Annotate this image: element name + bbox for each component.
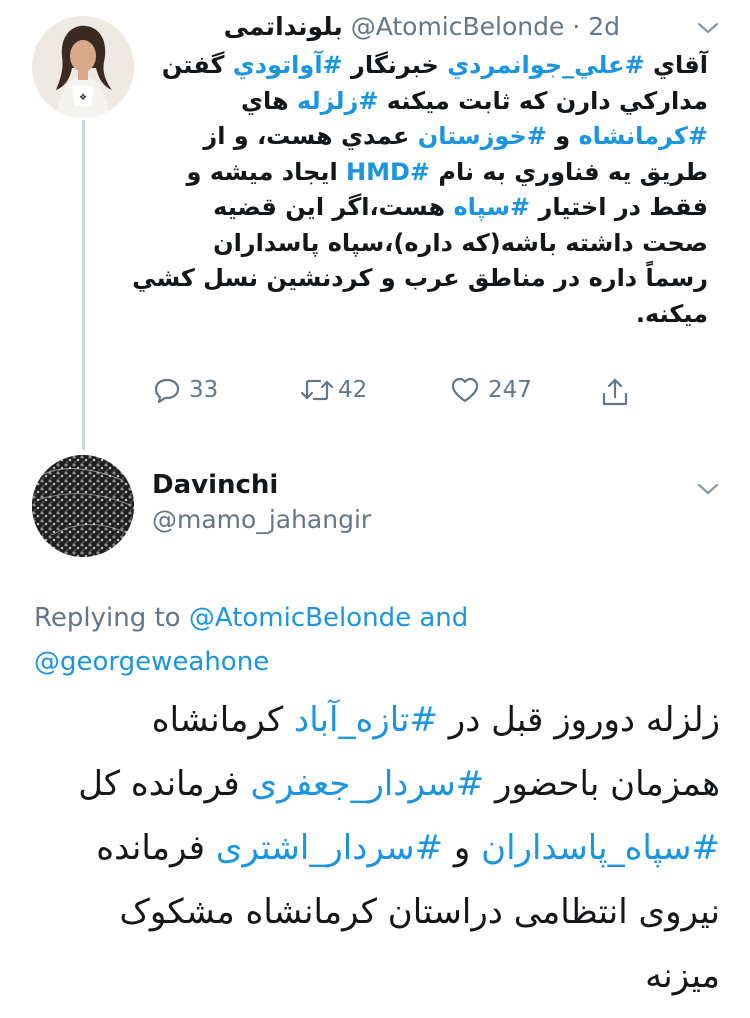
avatar[interactable]: [32, 455, 134, 557]
retweet-icon: [300, 379, 334, 401]
avatar[interactable]: ❖: [32, 16, 134, 118]
replying-label: Replying to: [34, 603, 181, 633]
hashtag-link[interactable]: #سردار_جعفری: [250, 764, 484, 804]
text-line: زلزله دوروز قبل در #تازه_آباد کرمانشاه: [30, 688, 720, 752]
text-segment: نیروی انتظامی دراستان کرمانشاه مشکوک: [119, 892, 720, 932]
mention-link[interactable]: @AtomicBelonde: [189, 603, 411, 633]
retweet-count: 42: [338, 377, 368, 403]
text-line: #سپاه_پاسداران و #سردار_اشتری فرمانده: [30, 816, 720, 880]
replying-to: Replying to @AtomicBelonde and @georgewe…: [34, 596, 724, 684]
like-icon: [451, 377, 479, 403]
text-line: صحت داشته باشه(كه داره)،سپاه پاسداران: [148, 226, 708, 262]
avatar-image: ❖: [32, 16, 134, 118]
hashtag-link[interactable]: #سردار_اشتری: [216, 828, 443, 868]
text-line: میزنه: [30, 944, 720, 1008]
text-line: طريق يه فناوري به نام #HMD ايجاد ميشه و: [148, 155, 708, 191]
text-line: همزمان باحضور #سردار_جعفری فرمانده کل: [30, 752, 720, 816]
share-icon: [602, 378, 628, 406]
text-segment: گفتن: [161, 51, 233, 79]
text-segment: فقط در اختيار: [530, 193, 709, 221]
text-segment: و: [443, 828, 482, 868]
hashtag-link[interactable]: #سپاه_پاسداران: [481, 828, 720, 868]
reply-icon: [154, 378, 180, 404]
text-segment: صحت داشته باشه(كه داره)،سپاه پاسداران: [213, 228, 708, 257]
hashtag-link[interactable]: #آواتودي: [233, 51, 343, 79]
chevron-down-icon[interactable]: [697, 21, 719, 35]
text-segment: میزنه: [645, 956, 720, 996]
text-line: فقط در اختيار #سپاه هست،اگر اين قضيه: [148, 190, 708, 226]
text-segment: ايجاد ميشه و: [186, 157, 347, 186]
text-segment: همزمان باحضور: [484, 764, 720, 804]
text-line: آقاي #علي_جوانمردي خبرنگار #آواتودي گفتن: [148, 48, 708, 84]
text-segment: مداركي دارن كه ثابت ميكنه: [378, 86, 708, 115]
hashtag-link[interactable]: #زلزله: [297, 87, 378, 115]
hashtag-link[interactable]: #HMD: [346, 158, 430, 186]
hashtag-link[interactable]: #كرمانشاه: [579, 122, 708, 150]
reply-count: 33: [189, 377, 219, 403]
tweet-text: زلزله دوروز قبل در #تازه_آباد کرمانشاه هم…: [30, 688, 720, 1008]
text-segment: ميكنه.: [635, 299, 708, 328]
mention-link[interactable]: @georgeweahone: [34, 647, 269, 677]
text-segment: کرمانشاه: [151, 700, 295, 740]
text-segment: طريق يه فناوري به نام: [430, 157, 708, 186]
user-handle[interactable]: @mamo_jahangir: [152, 505, 371, 534]
conjunction: and: [419, 603, 469, 633]
share-button[interactable]: [600, 376, 630, 408]
svg-text:❖: ❖: [79, 93, 87, 103]
hashtag-link[interactable]: #خوزستان: [418, 122, 547, 150]
text-segment: خبرنگار: [342, 51, 448, 79]
timestamp[interactable]: 2d: [588, 12, 620, 41]
text-line: نیروی انتظامی دراستان کرمانشاه مشکوک: [30, 880, 720, 944]
like-count: 247: [488, 377, 532, 403]
retweet-button[interactable]: 42: [300, 376, 367, 404]
text-segment: و: [546, 122, 579, 150]
text-line: #كرمانشاه و #خوزستان عمدي هست، و از: [148, 119, 708, 155]
reply-button[interactable]: 33: [153, 376, 218, 404]
text-segment: هست،اگر اين قضيه: [213, 193, 454, 221]
text-segment: عمدي هست، و از: [203, 122, 418, 150]
chevron-down-icon[interactable]: [697, 482, 719, 496]
avatar-image: [32, 455, 134, 557]
hashtag-link[interactable]: #تازه_آباد: [294, 700, 438, 740]
tweet-actions: 33 42 247: [0, 376, 750, 412]
text-line: ميكنه.: [148, 297, 708, 333]
hashtag-link[interactable]: #سپاه: [453, 193, 530, 221]
text-line: رسماً داره در مناطق عرب و كردنشين نسل كش…: [132, 261, 708, 297]
text-segment: هاي: [241, 86, 298, 115]
text-segment: فرمانده: [96, 828, 216, 868]
text-line: مداركي دارن كه ثابت ميكنه #زلزله هاي: [148, 84, 708, 120]
user-handle[interactable]: @AtomicBelonde: [351, 12, 565, 41]
text-segment: فرمانده کل: [78, 764, 251, 804]
separator-dot: ·: [572, 12, 581, 41]
like-button[interactable]: 247: [450, 376, 532, 404]
text-segment: آقاي: [644, 51, 708, 79]
tweet-header: بلوند‌اتمی @AtomicBelonde · 2d: [224, 12, 620, 41]
text-segment: زلزله دوروز قبل در: [438, 700, 720, 740]
text-segment: رسماً داره در مناطق عرب و كردنشين نسل كش…: [132, 264, 708, 292]
tweet-text: آقاي #علي_جوانمردي خبرنگار #آواتودي گفتن…: [132, 48, 708, 333]
display-name[interactable]: بلوند‌اتمی: [224, 12, 343, 41]
hashtag-link[interactable]: #علي_جوانمردي: [447, 51, 645, 79]
display-name[interactable]: Davinchi: [152, 470, 278, 500]
